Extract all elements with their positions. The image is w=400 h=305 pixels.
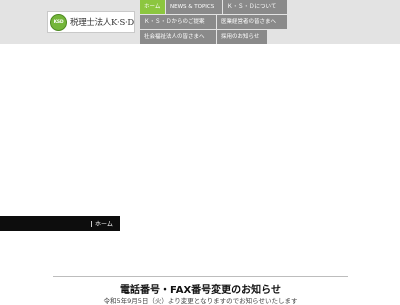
nav-item-medical[interactable]: 医業経営者の皆さまへ: [217, 15, 287, 29]
news-subtitle: 令和5年9月5日（火）より変更となりますのでお知らせいたします: [103, 297, 298, 305]
company-logo[interactable]: KSD 税理士法人K·S·D: [47, 11, 135, 33]
logo-mark-text: KSD: [53, 19, 64, 25]
nav-item-label: 医業経営者の皆さまへ: [221, 19, 277, 25]
breadcrumb-home-link[interactable]: ホーム: [95, 219, 113, 228]
nav-item-proposal[interactable]: Ｋ・Ｓ・Ｄからのご提案: [140, 15, 216, 29]
nav-item-news-topics[interactable]: NEWS & TOPICS: [166, 0, 222, 14]
nav-item-label: Ｋ・Ｓ・Ｄからのご提案: [144, 19, 205, 25]
breadcrumb: ホーム: [0, 216, 120, 231]
nav-item-label: NEWS & TOPICS: [170, 4, 215, 10]
nav-item-label: ホーム: [144, 4, 161, 10]
news-title[interactable]: 電話番号・FAX番号変更のお知らせ: [53, 281, 348, 296]
breadcrumb-separator: [91, 220, 92, 227]
site-header: KSD 税理士法人K·S·D ホーム NEWS & TOPICS Ｋ・Ｓ・Ｄにつ…: [0, 0, 400, 44]
nav-item-label: 採用のお知らせ: [221, 34, 260, 40]
nav-item-recruit[interactable]: 採用のお知らせ: [217, 30, 267, 44]
hero-area: [0, 44, 400, 216]
nav-item-label: Ｋ・Ｓ・Ｄについて: [227, 4, 277, 10]
nav-item-about[interactable]: Ｋ・Ｓ・Ｄについて: [223, 0, 287, 14]
logo-mark-icon: KSD: [50, 13, 67, 31]
logo-text: 税理士法人K·S·D: [70, 18, 134, 28]
section-divider: [53, 276, 348, 277]
nav-item-home[interactable]: ホーム: [140, 0, 165, 14]
nav-item-label: 社会福祉法人の皆さまへ: [144, 34, 205, 40]
nav-item-social-welfare[interactable]: 社会福祉法人の皆さまへ: [140, 30, 216, 44]
